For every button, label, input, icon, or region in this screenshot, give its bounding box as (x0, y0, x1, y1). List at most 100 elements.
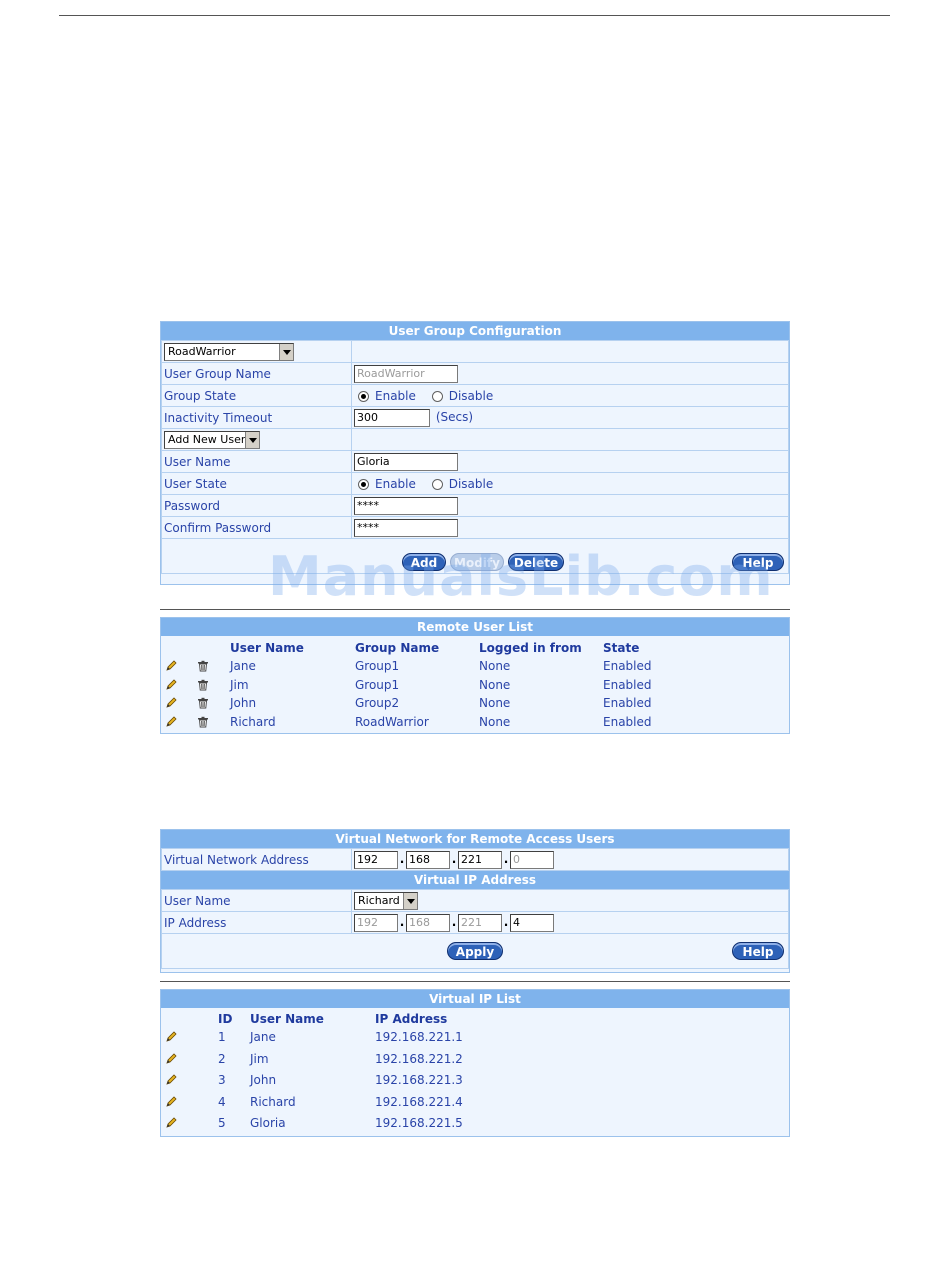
row-user-name: Richard (230, 715, 276, 730)
row-vip-user-name: Gloria (250, 1116, 286, 1130)
virtual-network-form: Virtual Network Address 192. 168. 221. 0 (161, 848, 789, 871)
row-ip-address: 192.168.221.4 (375, 1094, 463, 1109)
group-select-value: RoadWarrior (168, 344, 236, 358)
row-state: Enabled (603, 696, 652, 711)
delete-trash-icon[interactable] (197, 716, 209, 728)
password-label: Password (161, 494, 352, 517)
vip-user-select[interactable]: Richard (354, 891, 418, 910)
vn-octet-1-input[interactable]: 192 (354, 850, 398, 869)
timeout-label: Inactivity Timeout (161, 406, 352, 429)
col-header-vip-user-name: User Name (250, 1012, 324, 1026)
group-state-enable-label: Enable (375, 388, 416, 403)
remote-user-list-title: Remote User List (161, 618, 789, 636)
vip-ip-address-label: IP Address (161, 911, 352, 934)
divider (160, 609, 790, 610)
row-vip-user-name: John (250, 1073, 277, 1087)
password-input[interactable]: **** (354, 496, 458, 515)
edit-pencil-icon[interactable] (165, 1052, 177, 1065)
col-header-user-name: User Name (230, 641, 304, 655)
vn-octet-3-input[interactable]: 221 (458, 850, 502, 869)
group-state-enable-radio[interactable] (358, 390, 369, 402)
row-logged-in-from: None (479, 677, 511, 692)
user-select[interactable]: Add New User (164, 430, 260, 449)
virtual-ip-list-panel: Virtual IP List ID User Name IP Address … (160, 989, 790, 1137)
octet-dot: . (503, 852, 509, 866)
timeout-unit: (Secs) (435, 410, 474, 424)
user-select-value: Add New User (168, 432, 246, 446)
vn-octet-4-input[interactable]: 0 (510, 850, 554, 869)
vip-octet-2-input[interactable]: 168 (406, 913, 450, 932)
row-state: Enabled (603, 677, 652, 692)
row-group-name: Group1 (355, 677, 400, 692)
col-header-logged-in-from: Logged in from (479, 641, 582, 655)
row-id: 2 (218, 1051, 226, 1066)
timeout-input[interactable]: 300 (354, 408, 430, 427)
row-ip-address: 192.168.221.5 (375, 1116, 463, 1130)
row-logged-in-from: None (479, 715, 511, 730)
edit-pencil-icon[interactable] (165, 697, 177, 709)
row-logged-in-from: None (479, 659, 511, 673)
edit-pencil-icon[interactable] (165, 1117, 177, 1129)
apply-button[interactable]: Apply (447, 942, 503, 960)
group-select[interactable]: RoadWarrior (164, 342, 294, 361)
row-state: Enabled (603, 715, 652, 730)
row-vip-user-name: Richard (250, 1094, 296, 1109)
vip-octet-3-input[interactable]: 221 (458, 913, 502, 932)
group-state-disable-radio[interactable] (431, 390, 443, 402)
user-state-label: User State (161, 472, 352, 495)
row-id: 3 (218, 1073, 226, 1087)
edit-pencil-icon[interactable] (165, 679, 177, 691)
group-state-disable-label: Disable (448, 388, 494, 403)
user-name-input[interactable]: Gloria (354, 452, 458, 471)
group-name-input[interactable]: RoadWarrior (354, 364, 458, 383)
chevron-down-icon[interactable] (279, 343, 293, 360)
octet-dot: . (399, 915, 405, 929)
remote-user-list-panel: Remote User List User Name Group Name Lo… (160, 617, 790, 734)
chevron-down-icon[interactable] (245, 431, 259, 448)
delete-trash-icon[interactable] (197, 660, 209, 672)
confirm-password-label: Confirm Password (161, 516, 352, 539)
virtual-network-address-label: Virtual Network Address (161, 848, 352, 871)
row-ip-address: 192.168.221.2 (375, 1051, 463, 1066)
col-header-ip-address: IP Address (375, 1012, 448, 1026)
delete-trash-icon[interactable] (197, 679, 209, 691)
row-id: 5 (218, 1116, 226, 1130)
row-user-name: Jim (230, 677, 249, 692)
vip-octet-1-input[interactable]: 192 (354, 913, 398, 932)
edit-pencil-icon[interactable] (165, 660, 177, 672)
virtual-network-title: Virtual Network for Remote Access Users (161, 830, 789, 848)
row-logged-in-from: None (479, 696, 511, 711)
row-user-name: Jane (230, 659, 256, 673)
row-group-name: Group1 (355, 659, 400, 673)
group-name-label: User Group Name (161, 362, 352, 385)
chevron-down-icon[interactable] (403, 892, 417, 909)
edit-pencil-icon[interactable] (165, 1031, 177, 1043)
row-user-name: John (230, 696, 257, 711)
edit-pencil-icon[interactable] (165, 1095, 177, 1108)
col-header-id: ID (218, 1012, 233, 1026)
vn-octet-2-input[interactable]: 168 (406, 850, 450, 869)
row-ip-address: 192.168.221.3 (375, 1073, 463, 1087)
octet-dot: . (503, 915, 509, 929)
delete-trash-icon[interactable] (197, 697, 209, 709)
row-vip-user-name: Jane (250, 1030, 276, 1044)
octet-dot: . (451, 852, 457, 866)
user-group-config-title: User Group Configuration (161, 322, 789, 340)
octet-dot: . (451, 915, 457, 929)
edit-pencil-icon[interactable] (165, 716, 177, 728)
user-state-disable-radio[interactable] (431, 478, 443, 490)
vip-user-name-label: User Name (161, 889, 352, 912)
vn-help-button[interactable]: Help (732, 942, 784, 960)
watermark: ManualsLib.com (268, 545, 774, 608)
user-state-enable-radio[interactable] (358, 478, 369, 490)
user-state-enable-label: Enable (375, 476, 416, 491)
virtual-ip-address-title: Virtual IP Address (161, 871, 789, 889)
group-state-label: Group State (161, 384, 352, 407)
col-header-group-name: Group Name (355, 641, 440, 655)
confirm-password-input[interactable]: **** (354, 518, 458, 537)
row-vip-user-name: Jim (250, 1051, 269, 1066)
edit-pencil-icon[interactable] (165, 1074, 177, 1086)
octet-dot: . (399, 852, 405, 866)
divider (160, 981, 790, 982)
vip-octet-4-input[interactable]: 4 (510, 913, 554, 932)
